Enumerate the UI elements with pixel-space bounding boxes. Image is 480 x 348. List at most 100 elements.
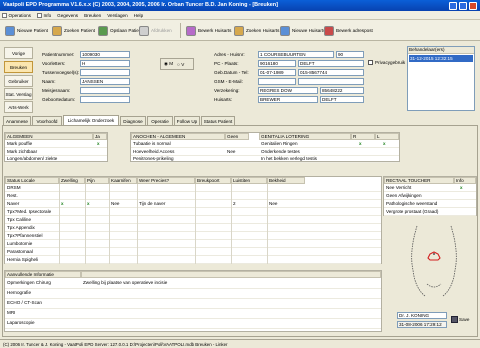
menu-gegevens[interactable]: Gegevens	[57, 13, 78, 18]
rectal-info-header: Info	[454, 177, 476, 184]
table-row: Lumbotomie	[5, 240, 381, 248]
minimize-button[interactable]	[449, 1, 457, 10]
name-label: Naam:	[42, 79, 56, 84]
status-row-label: Tpx Appendix	[7, 225, 35, 230]
insurance-label: Verzekering:	[214, 88, 240, 93]
email-field[interactable]	[298, 78, 364, 85]
insurance-number-field[interactable]: 85648222	[320, 87, 364, 94]
table-row: Vergrote prostaat (Graad)	[384, 208, 476, 216]
address-field[interactable]: 1 COURSEBUURTEN	[258, 51, 334, 58]
nav-arts-werk[interactable]: Arts-Werk	[4, 101, 33, 113]
torso-icon	[411, 225, 457, 297]
table-row: Tpx Appendix	[5, 224, 381, 232]
doctor-name-field[interactable]: Dr. J. KONING	[397, 312, 447, 319]
status-row-label: Rest.	[7, 193, 18, 198]
timestamp-field: 31-08-2006 17:29:12	[397, 321, 447, 328]
surgeon-notes-field[interactable]: Zwelling bij plaatse van operatieve inci…	[83, 280, 167, 285]
status-cell[interactable]: x	[61, 201, 64, 206]
privacy-checkbox[interactable]: Privacygebruik	[368, 60, 405, 65]
status-cell[interactable]: x	[87, 201, 90, 206]
status-col-header: Luistiten	[231, 177, 267, 184]
menu-help[interactable]: Help	[134, 13, 143, 18]
additional-info-table: Aanvullende Informatie Opmerkingen Chiru…	[4, 270, 382, 332]
housenumber-field[interactable]: 90	[336, 51, 364, 58]
table-row: Hernia Spigheli	[5, 256, 381, 264]
gp-label: Huisarts:	[214, 97, 233, 102]
new-gp-button[interactable]: Nieuwe Huisarts	[278, 24, 327, 37]
tab-follow-up[interactable]: Follow Up	[174, 116, 200, 125]
dob-field[interactable]: 01-07-1989	[258, 69, 296, 76]
maximize-button[interactable]	[459, 1, 467, 10]
table-row: DRSM	[5, 184, 381, 192]
tab-anamnese[interactable]: Anamnese	[3, 116, 31, 125]
tab-status-patient[interactable]: Status Patient	[201, 116, 235, 125]
edit-gp-icon	[186, 25, 196, 36]
postcode-field[interactable]: 9016180	[258, 60, 296, 67]
search-gp-button[interactable]: Zoeken Huisarts	[232, 24, 281, 37]
status-row-label: Tpx?Med. Ipsectorale	[7, 209, 52, 214]
tab-lichamelijk-onderzoek[interactable]: Lichamelijk Onderzoek	[63, 115, 119, 125]
column-divider	[231, 184, 232, 264]
nav-breuken[interactable]: Breuken	[4, 61, 33, 73]
search-patient-button[interactable]: Zoeken Patient	[50, 24, 97, 37]
nav-gebruiker[interactable]: Gebruiker	[4, 75, 33, 87]
nav-vorige[interactable]: Vorige	[4, 47, 33, 59]
initials-field[interactable]: H	[80, 60, 130, 67]
tab-diagnose[interactable]: Diagnose	[120, 116, 146, 125]
column-divider	[59, 184, 60, 264]
insurance-field[interactable]: REGRES DOW	[258, 87, 318, 94]
practitioners-list[interactable]: Behandelaar(ers) 31-12-2015 12:32:15	[407, 46, 475, 111]
gp-field[interactable]: BREWER	[258, 96, 318, 103]
status-row-label: Lumbotomie	[7, 241, 33, 246]
tab-operatie[interactable]: Operatie	[147, 116, 173, 125]
menu-operations[interactable]: Operations	[2, 12, 31, 18]
maiden-name-field[interactable]	[80, 87, 130, 94]
status-row-label: Hernia Spigheli	[7, 257, 39, 262]
postcode-label: PC - Plaats:	[214, 61, 239, 66]
edit-address-icon	[324, 25, 334, 36]
side-nav: Vorige Breuken Gebruiker Stat. Verslag A…	[0, 41, 38, 114]
table-row: Tpx?Med. Ipsectorale	[5, 208, 381, 216]
table-row: Laparoscopie	[5, 319, 381, 329]
menu-breuken[interactable]: Breuken	[84, 13, 101, 18]
gp-city-field[interactable]: DELFT	[320, 96, 364, 103]
gsm-field[interactable]	[258, 78, 296, 85]
gender-m-radio[interactable]: ◉ M	[164, 61, 173, 67]
birthdate-field[interactable]	[80, 96, 130, 103]
patientnumber-label: Patientnummer:	[42, 52, 75, 57]
status-cell[interactable]: Tijn de naver	[139, 201, 165, 206]
maiden-name-label: Meisjesnaam:	[42, 88, 71, 93]
prefix-field[interactable]	[80, 69, 130, 76]
patient-form: Patientnummer: Voorletters: Tussenvoegse…	[40, 44, 202, 114]
name-field[interactable]: JANSSEN	[80, 78, 130, 85]
status-cell[interactable]: Nee	[111, 201, 119, 206]
info-value-header	[81, 271, 381, 278]
table-row: Tpx Caliline	[5, 216, 381, 224]
practitioner-item[interactable]: 31-12-2015 12:32:15	[409, 55, 473, 62]
gender-v-radio[interactable]: ○ V	[177, 62, 184, 67]
print-button[interactable]: Afdrukken	[137, 24, 174, 37]
tab-voorhoofd[interactable]: Voorhoofd	[32, 116, 62, 125]
status-row-label: Tpx Caliline	[7, 217, 31, 222]
edit-gp-button[interactable]: Bewerk Huisarts	[184, 24, 233, 37]
city-field[interactable]: DELFT	[298, 60, 364, 67]
edit-address-button[interactable]: Bewerk adrespost	[322, 24, 375, 37]
menu-info[interactable]: Info	[36, 12, 51, 18]
body-diagram[interactable]	[399, 222, 469, 298]
new-patient-button[interactable]: Nieuwe Patient	[3, 24, 50, 37]
general-yes-header: Ja	[93, 133, 107, 140]
tab-content: ALGEMEEN Ja Mark pouffie x Mark zichtbaar…	[2, 125, 478, 337]
nav-stat-verslag[interactable]: Stat. Verslag	[4, 88, 33, 100]
status-col-header: Pijn	[85, 177, 109, 184]
window-title: Vaatpoli EPD Programma V1.6.x.x (C) 2003…	[3, 2, 278, 8]
close-button[interactable]	[469, 1, 477, 10]
phone-field[interactable]: 015-8567744	[298, 69, 364, 76]
status-row-label: Parastomaal	[7, 249, 33, 254]
status-cell[interactable]: 2	[233, 201, 236, 206]
table-row: MRI	[5, 309, 381, 319]
info-icon	[36, 12, 42, 18]
save-button[interactable]: Save	[451, 316, 469, 323]
menu-verslagen[interactable]: Verslagen	[107, 13, 127, 18]
patientnumber-field[interactable]: 1009030	[80, 51, 130, 58]
status-cell[interactable]: Nee	[269, 201, 277, 206]
